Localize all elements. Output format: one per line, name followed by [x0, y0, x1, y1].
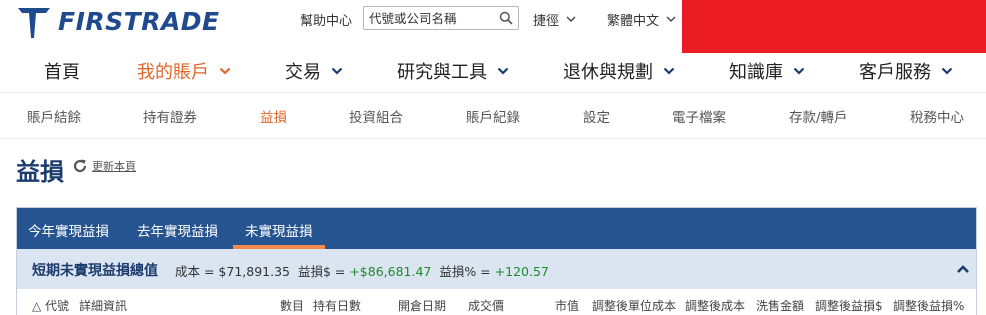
summary-gain-label: 益損$ =	[297, 264, 350, 279]
subnav-item-gain-loss[interactable]: 益損	[260, 106, 287, 126]
subnav-item-positions[interactable]: 持有證券	[143, 106, 197, 126]
language-selector[interactable]: 繁體中文	[607, 10, 676, 29]
nav-item-my-account[interactable]: 我的賬戶	[137, 58, 231, 84]
column-header-market-value[interactable]: 市值	[555, 297, 579, 314]
subnav-item-balances[interactable]: 賬戶結餘	[27, 106, 81, 126]
summary-pct-label: 益損% =	[439, 264, 495, 279]
chevron-down-icon	[793, 67, 805, 75]
column-header-adj-cost[interactable]: 調整後成本	[685, 297, 745, 314]
nav-item-label: 知識庫	[729, 62, 783, 83]
shortcut-menu[interactable]: 捷徑	[533, 10, 576, 29]
summary-metrics: 成本 = $71,891.35 益損$ = +$86,681.47 益損% = …	[175, 261, 549, 280]
tab-unrealized[interactable]: 未實現益損	[245, 220, 313, 240]
firstrade-logo[interactable]: FIRSTRADE	[16, 4, 220, 38]
tab-realized-this-year[interactable]: 今年實現益損	[28, 220, 109, 240]
chevron-down-icon	[666, 16, 676, 22]
symbol-search-box[interactable]	[363, 6, 519, 30]
short-term-summary-bar[interactable]: 短期未實現益損總值 成本 = $71,891.35 益損$ = +$86,681…	[17, 249, 976, 289]
search-icon[interactable]	[499, 11, 513, 25]
subnav-item-settings[interactable]: 設定	[583, 106, 610, 126]
subnav-item-tax-center[interactable]: 稅務中心	[910, 106, 964, 126]
account-subnav: 賬戶結餘 持有證券 益損 投資組合 賬戶紀錄 設定 電子檔案 存款/轉戶 稅務中…	[0, 103, 986, 129]
subnav-item-deposit-transfer[interactable]: 存款/轉戶	[789, 106, 848, 126]
chevron-up-icon[interactable]	[956, 264, 970, 274]
firstrade-logo-icon	[18, 8, 50, 38]
nav-item-trade[interactable]: 交易	[285, 58, 343, 84]
nav-item-label: 交易	[285, 62, 321, 83]
help-center-link[interactable]: 幫助中心	[300, 10, 352, 29]
redacted-area	[682, 0, 986, 53]
nav-item-label: 首頁	[44, 62, 80, 83]
chevron-down-icon	[663, 67, 675, 75]
chevron-down-icon	[497, 67, 509, 75]
column-header-details[interactable]: 詳細資訊	[79, 297, 127, 314]
chevron-down-icon	[566, 16, 576, 22]
nav-item-retirement-planning[interactable]: 退休與規劃	[563, 58, 675, 84]
subnav-item-history[interactable]: 賬戶紀錄	[466, 106, 520, 126]
nav-item-label: 研究與工具	[397, 62, 487, 83]
nav-item-customer-service[interactable]: 客戶服務	[859, 58, 953, 84]
column-header-adj-unit-cost[interactable]: 調整後單位成本	[592, 297, 676, 314]
table-column-headers: △ 代號 詳細資訊 數目 持有日數 開倉日期 成交價 市值 調整後單位成本 調整…	[17, 289, 976, 315]
column-header-symbol[interactable]: △ 代號	[32, 297, 69, 314]
summary-pct-value: +120.57	[494, 264, 549, 279]
refresh-label: 更新本頁	[92, 160, 136, 173]
symbol-search-input[interactable]	[369, 8, 499, 28]
subnav-item-portfolio[interactable]: 投資組合	[349, 106, 403, 126]
gain-loss-tabs: 今年實現益損 去年實現益損 未實現益損	[17, 208, 976, 249]
nav-item-label: 我的賬戶	[137, 62, 209, 83]
subnav-item-documents[interactable]: 電子檔案	[672, 106, 726, 126]
nav-item-label: 退休與規劃	[563, 62, 653, 83]
nav-item-research-tools[interactable]: 研究與工具	[397, 58, 509, 84]
nav-item-label: 客戶服務	[859, 62, 931, 83]
subnav-divider	[0, 138, 986, 139]
summary-cost: 成本 = $71,891.35	[175, 264, 290, 279]
column-header-wash-sale[interactable]: 洗售金額	[756, 297, 804, 314]
chevron-down-icon	[941, 67, 953, 75]
refresh-page-link[interactable]: 更新本頁	[72, 158, 136, 174]
nav-item-knowledge-base[interactable]: 知識庫	[729, 58, 805, 84]
column-header-adj-gain-dollar[interactable]: 調整後益損$	[815, 297, 883, 314]
column-header-label: 代號	[45, 299, 70, 313]
shortcut-label: 捷徑	[533, 14, 560, 29]
chevron-down-icon	[331, 67, 343, 75]
column-header-trade-price[interactable]: 成交價	[468, 297, 504, 314]
language-label: 繁體中文	[607, 14, 660, 29]
main-navigation: 首頁 我的賬戶 交易 研究與工具 退休與規劃 知識庫 客戶服務	[0, 53, 986, 91]
column-header-adj-gain-pct[interactable]: 調整後益損%	[893, 297, 964, 314]
column-header-quantity[interactable]: 數目	[280, 297, 304, 314]
brand-name: FIRSTRADE	[58, 6, 220, 36]
summary-gain-value: +$86,681.47	[349, 264, 432, 279]
refresh-icon	[73, 159, 87, 173]
column-header-open-date[interactable]: 開倉日期	[398, 297, 446, 314]
chevron-down-icon	[219, 67, 231, 75]
summary-title: 短期未實現益損總值	[32, 263, 158, 279]
page-title: 益損	[16, 158, 64, 186]
nav-item-home[interactable]: 首頁	[44, 58, 80, 84]
top-header: FIRSTRADE 幫助中心 捷徑 繁體中文	[0, 0, 986, 53]
column-header-days-held[interactable]: 持有日數	[313, 297, 361, 314]
tab-realized-last-year[interactable]: 去年實現益損	[137, 220, 218, 240]
nav-divider	[0, 92, 986, 93]
gain-loss-panel: 今年實現益損 去年實現益損 未實現益損 短期未實現益損總值 成本 = $71,8…	[16, 207, 977, 315]
